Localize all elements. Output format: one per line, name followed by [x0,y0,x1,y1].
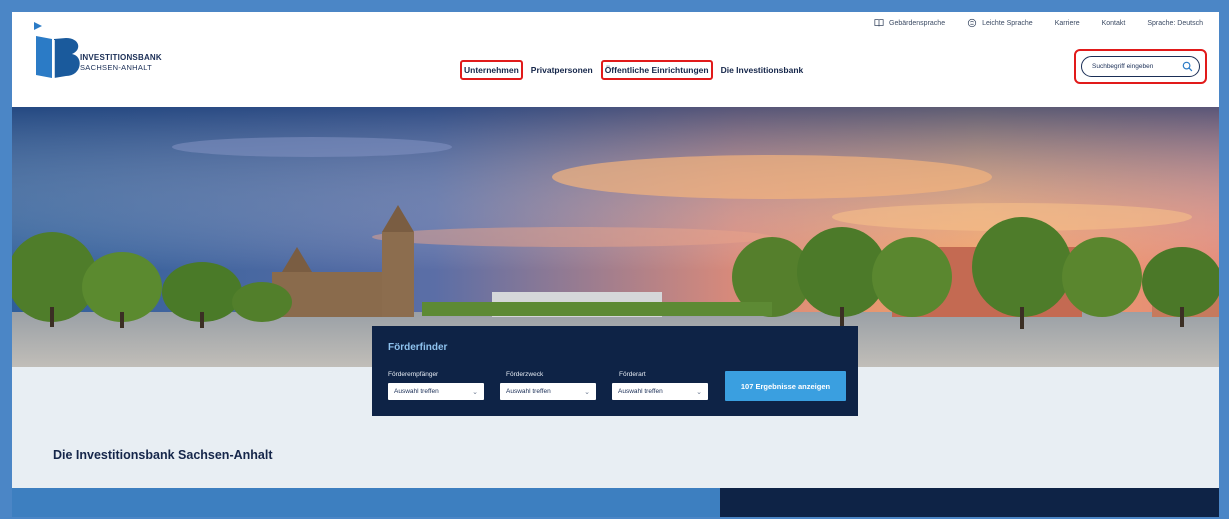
nav-item-oeffentliche-einrichtungen[interactable]: Öffentliche Einrichtungen [600,60,713,80]
teaser-band-left [12,488,720,517]
nav-item-die-investitionsbank[interactable]: Die Investitionsbank [717,60,808,80]
select-foerderart[interactable]: Auswahl treffen ⌄ [612,383,708,400]
util-link-label: Kontakt [1101,19,1126,27]
language-selector[interactable]: Sprache: Deutsch [1147,18,1203,28]
select-value: Auswahl treffen [506,388,551,395]
site-header: INVESTITIONSBANK SACHSEN-ANHALT Gebärden… [12,12,1219,107]
util-link-leichte-sprache[interactable]: Leichte Sprache [967,18,1033,28]
util-link-gebaerdensprache[interactable]: Gebärdensprache [874,18,945,28]
foerderfinder-panel: Förderfinder Förderempfänger Auswahl tre… [372,326,858,416]
book-icon [874,19,884,27]
finder-label-empfaenger: Förderempfänger [388,371,439,378]
finder-label-zweck: Förderzweck [506,371,544,378]
search-icon[interactable] [1182,61,1193,72]
nav-item-privatpersonen[interactable]: Privatpersonen [527,60,597,80]
util-link-kontakt[interactable]: Kontakt [1102,18,1126,28]
utility-nav: Gebärdensprache Leichte Sprache Karriere… [874,18,1203,28]
chevron-down-icon: ⌄ [696,388,702,396]
search-box[interactable] [1081,56,1200,77]
finder-label-art: Förderart [619,371,646,378]
util-link-label: Karriere [1054,19,1080,27]
chevron-down-icon: ⌄ [584,388,590,396]
select-value: Auswahl treffen [394,388,439,395]
select-foerderzweck[interactable]: Auswahl treffen ⌄ [500,383,596,400]
show-results-button[interactable]: 107 Ergebnisse anzeigen [725,371,846,401]
util-link-label: Sprache: Deutsch [1147,19,1203,27]
easy-language-icon [967,18,977,28]
logo-text: INVESTITIONSBANK SACHSEN-ANHALT [80,53,162,73]
util-link-karriere[interactable]: Karriere [1055,18,1080,28]
teaser-band-right [720,488,1219,517]
search-input[interactable] [1092,63,1182,70]
util-link-label: Gebärdensprache [889,19,946,27]
util-link-label: Leichte Sprache [982,19,1033,27]
select-foerderempfaenger[interactable]: Auswahl treffen ⌄ [388,383,484,400]
browser-viewport: INVESTITIONSBANK SACHSEN-ANHALT Gebärden… [12,12,1219,517]
select-value: Auswahl treffen [618,388,663,395]
logo-line-2: SACHSEN-ANHALT [80,63,152,72]
logo-line-1: INVESTITIONSBANK [80,53,162,62]
finder-title: Förderfinder [388,342,448,353]
main-nav: Unternehmen Privatpersonen Öffentliche E… [460,60,807,80]
nav-item-unternehmen[interactable]: Unternehmen [460,60,523,80]
chevron-down-icon: ⌄ [472,388,478,396]
section-title: Die Investitionsbank Sachsen-Anhalt [53,448,273,462]
